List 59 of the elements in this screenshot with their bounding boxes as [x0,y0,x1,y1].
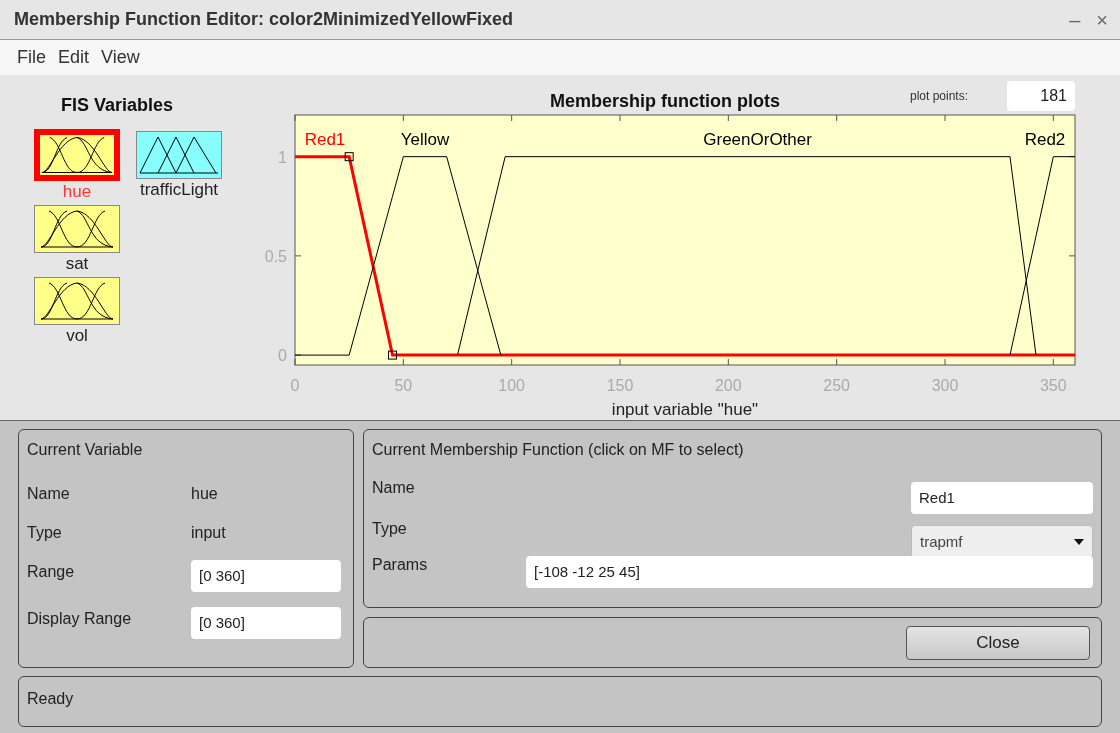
menu-item[interactable]: View [101,44,140,71]
panel-title: Current Variable [27,440,144,460]
close-button[interactable]: Close [906,625,1090,660]
x-tick-label: 50 [394,377,413,394]
membership-curve[interactable] [457,156,1037,356]
x-axis-label: input variable "hue" [611,400,759,418]
chart-title: Membership function plots [550,90,780,113]
x-tick-label: 300 [931,377,959,394]
x-tick-label: 100 [498,377,525,394]
curve-label: Red2 [1024,129,1066,149]
y-tick-label: 0.5 [264,247,287,265]
minimize-button[interactable]: – [1069,9,1081,30]
panel-title: Current Membership Function (click on MF to select) [372,440,745,460]
curve-label: Yellow [400,129,450,149]
menu-item[interactable]: File [17,44,46,71]
plot-points-label: plot points: [910,88,969,105]
variable-name: trafficLight [139,179,219,201]
membership-curve[interactable] [295,155,1075,357]
variable-icon[interactable] [34,277,120,325]
field-label: Name [372,478,415,498]
status-text: Ready [27,690,74,707]
variable-icon[interactable] [34,129,120,181]
field-label: Type [372,519,407,539]
field-label: Name [27,484,71,504]
window-title: Membership Function Editor: color2MinimizedYellowFixed [14,8,514,31]
x-tick-label: 150 [606,377,634,394]
field-label: Range [27,562,76,582]
variable-name: sat [65,253,89,275]
variable-icon[interactable] [34,205,120,253]
x-tick-label: 0 [290,377,300,394]
menu-item[interactable]: Edit [58,44,90,71]
field-label: Display Range [27,609,133,629]
curve-label: GreenOrOther [703,129,812,149]
mf-type-dropdown[interactable]: trapmf [911,525,1093,559]
y-tick-label: 0 [278,347,287,365]
field-label: Type [27,523,63,543]
vertex-handle[interactable] [344,152,354,162]
display-range-field[interactable]: [0 360] [191,607,341,639]
vertex-handle[interactable] [388,350,397,360]
y-tick-label: 1 [278,148,287,166]
section-title: FIS Variables [61,94,175,117]
caret-icon [1074,539,1084,545]
x-tick-label: 200 [715,377,742,394]
membership-curve[interactable] [294,156,502,356]
close-button[interactable]: × [1096,9,1108,30]
field-label: Params [372,555,429,575]
plot-points-field[interactable]: 181 [1007,81,1075,111]
variable-type-value: input [191,523,227,543]
membership-curve[interactable] [1009,156,1076,356]
mf-params-field[interactable]: [-108 -12 25 45] [526,556,1093,588]
x-tick-label: 350 [1040,377,1067,394]
x-tick-label: 250 [823,377,850,394]
variable-name: hue [62,181,92,203]
variable-name: vol [66,325,88,347]
range-field[interactable]: [0 360] [191,560,341,592]
curve-label: Red1 [304,129,346,149]
mf-name-field[interactable]: Red1 [911,482,1093,514]
variable-icon[interactable] [136,131,222,179]
variable-name-value: hue [191,484,219,504]
